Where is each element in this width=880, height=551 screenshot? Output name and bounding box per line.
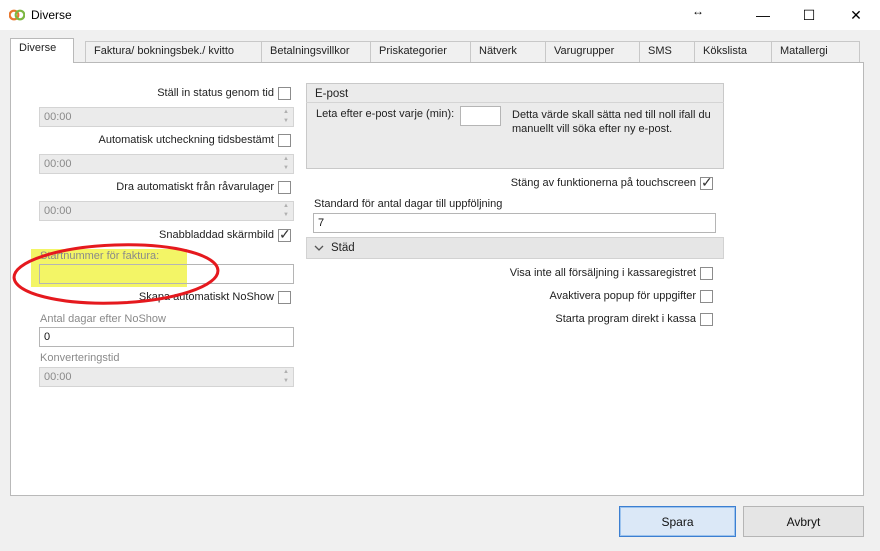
- resize-icon: ↔: [692, 4, 704, 18]
- tab-kokslista[interactable]: Kökslista: [694, 41, 772, 62]
- noshow-checkbox[interactable]: [278, 291, 291, 304]
- window-title: Diverse: [31, 8, 72, 22]
- spinner-arrows-icon: ▲ ▼: [283, 203, 289, 218]
- tab-betalningsvillkor[interactable]: Betalningsvillkor: [261, 41, 371, 62]
- clean-section-title: Städ: [331, 242, 355, 254]
- spinner-arrows-icon: ▲ ▼: [283, 109, 289, 124]
- checkout-time-value: 00:00: [44, 158, 72, 170]
- quickscreen-label: Snabbladdad skärmbild: [159, 229, 274, 241]
- status-time-value: 00:00: [44, 111, 72, 123]
- app-logo-icon: [9, 9, 25, 21]
- email-poll-label: Leta efter e-post varje (min):: [316, 108, 455, 120]
- minimize-button[interactable]: —: [740, 0, 786, 30]
- popup-checkbox[interactable]: [700, 290, 713, 303]
- raw-stock-label: Dra automatiskt från råvarulager: [116, 181, 274, 193]
- status-checkbox[interactable]: [278, 87, 291, 100]
- checkout-label: Automatisk utcheckning tidsbestämt: [98, 134, 274, 146]
- chevron-down-icon: [314, 245, 324, 251]
- start-direct-label: Starta program direkt i kassa: [555, 313, 696, 325]
- noshow-days-label: Antal dagar efter NoShow: [40, 313, 166, 325]
- conversion-time-value: 00:00: [44, 371, 72, 383]
- close-button[interactable]: ✕: [833, 0, 879, 30]
- raw-stock-checkbox[interactable]: [278, 181, 291, 194]
- hide-sales-checkbox[interactable]: [700, 267, 713, 280]
- save-button[interactable]: Spara: [619, 506, 736, 537]
- conversion-time-label: Konverteringstid: [40, 352, 120, 364]
- email-poll-input[interactable]: [460, 106, 501, 126]
- status-time-spinner: 00:00 ▲ ▼: [39, 107, 294, 127]
- hide-sales-label: Visa inte all försäljning i kassaregistr…: [509, 267, 696, 279]
- tab-diverse[interactable]: Diverse: [10, 38, 74, 63]
- followup-input[interactable]: 7: [313, 213, 716, 233]
- tab-matallergi[interactable]: Matallergi: [771, 41, 860, 62]
- raw-stock-time-value: 00:00: [44, 205, 72, 217]
- checkout-checkbox[interactable]: [278, 134, 291, 147]
- followup-label: Standard för antal dagar till uppföljnin…: [314, 198, 503, 210]
- tab-faktura[interactable]: Faktura/ bokningsbek./ kvitto: [85, 41, 262, 62]
- status-label: Ställ in status genom tid: [157, 87, 274, 99]
- tab-varugrupper[interactable]: Varugrupper: [545, 41, 640, 62]
- annotation-ellipse: [12, 243, 220, 305]
- touch-checkbox[interactable]: [700, 174, 713, 191]
- quickscreen-checkbox[interactable]: [278, 226, 291, 243]
- spinner-arrows-icon: ▲ ▼: [283, 369, 289, 384]
- touch-label: Stäng av funktionerna på touchscreen: [510, 177, 696, 189]
- spinner-arrows-icon: ▲ ▼: [283, 156, 289, 171]
- groupbox-divider: [306, 102, 724, 103]
- raw-stock-time-spinner: 00:00 ▲ ▼: [39, 201, 294, 221]
- cancel-button[interactable]: Avbryt: [743, 506, 864, 537]
- checkout-time-spinner: 00:00 ▲ ▼: [39, 154, 294, 174]
- maximize-button[interactable]: ☐: [786, 0, 832, 30]
- popup-label: Avaktivera popup för uppgifter: [549, 290, 696, 302]
- tab-panel: Ställ in status genom tid 00:00 ▲ ▼ Autom…: [10, 62, 864, 496]
- conversion-time-spinner: 00:00 ▲ ▼: [39, 367, 294, 387]
- noshow-days-input[interactable]: 0: [39, 327, 294, 347]
- start-direct-checkbox[interactable]: [700, 313, 713, 326]
- tab-natverk[interactable]: Nätverk: [470, 41, 546, 62]
- email-note: Detta värde skall sätta ned till noll if…: [512, 109, 711, 135]
- tab-sms[interactable]: SMS: [639, 41, 695, 62]
- tab-priskategorier[interactable]: Priskategorier: [370, 41, 471, 62]
- email-group-title: E-post: [315, 88, 349, 100]
- clean-section-header[interactable]: Städ: [306, 237, 724, 259]
